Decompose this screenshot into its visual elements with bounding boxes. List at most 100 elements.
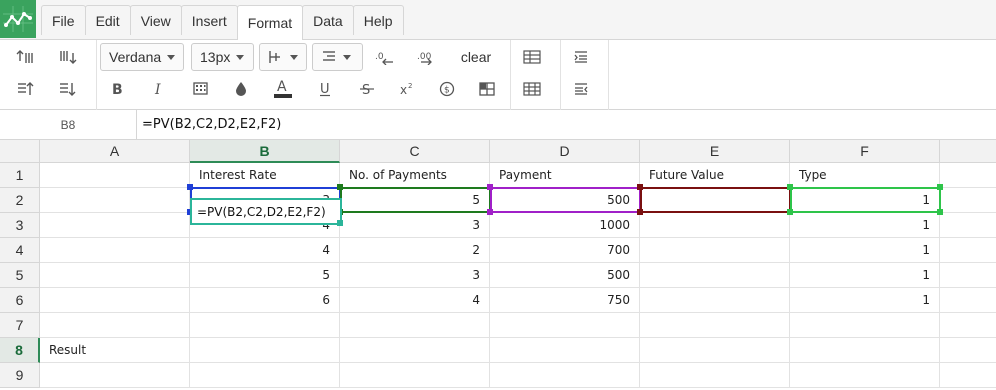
table-grid-icon[interactable] — [518, 77, 546, 101]
cell-a3[interactable] — [40, 213, 190, 238]
cell-d8[interactable] — [490, 338, 640, 363]
font-family-select[interactable]: Verdana — [100, 43, 184, 71]
strikethrough-icon[interactable]: S — [353, 77, 381, 101]
reference-handle[interactable] — [337, 184, 343, 190]
cell-b9[interactable] — [190, 363, 340, 388]
clear-button[interactable]: clear — [455, 45, 497, 69]
reference-handle[interactable] — [937, 184, 943, 190]
reference-handle[interactable] — [187, 184, 193, 190]
cell-b8[interactable] — [190, 338, 340, 363]
menu-tab-data[interactable]: Data — [302, 5, 354, 35]
cell-a5[interactable] — [40, 263, 190, 288]
cell-e3[interactable] — [640, 213, 790, 238]
cell-f2[interactable]: 1 — [790, 188, 940, 213]
menu-tab-edit[interactable]: Edit — [84, 5, 131, 35]
cell-c1[interactable]: No. of Payments — [340, 163, 490, 188]
cell-f1[interactable]: Type — [790, 163, 940, 188]
cell-c2[interactable]: 5 — [340, 188, 490, 213]
reference-handle[interactable] — [637, 209, 643, 215]
merge-cells-icon[interactable] — [473, 77, 501, 101]
fill-pattern-icon[interactable] — [187, 77, 215, 101]
text-color-icon[interactable]: A — [269, 75, 297, 103]
reference-handle[interactable] — [487, 184, 493, 190]
cell-b4[interactable]: 4 — [190, 238, 340, 263]
column-header-b[interactable]: B — [190, 140, 340, 163]
reference-handle[interactable] — [787, 209, 793, 215]
cell-d6[interactable]: 750 — [490, 288, 640, 313]
row-header-5[interactable]: 5 — [0, 263, 40, 288]
row-header-3[interactable]: 3 — [0, 213, 40, 238]
menu-tab-file[interactable]: File — [41, 5, 86, 35]
cell-b6[interactable]: 6 — [190, 288, 340, 313]
cell-overflow[interactable] — [940, 288, 996, 313]
cell-c4[interactable]: 2 — [340, 238, 490, 263]
menu-tab-insert[interactable]: Insert — [180, 5, 238, 35]
column-header-a[interactable]: A — [40, 140, 190, 163]
fill-handle[interactable] — [337, 220, 343, 226]
cell-d7[interactable] — [490, 313, 640, 338]
cell-a4[interactable] — [40, 238, 190, 263]
cell-editor[interactable] — [190, 198, 342, 225]
cell-d3[interactable]: 1000 — [490, 213, 640, 238]
cell-a9[interactable] — [40, 363, 190, 388]
cell-a7[interactable] — [40, 313, 190, 338]
increase-decimal-icon[interactable]: .00 — [413, 45, 441, 69]
decrease-decimal-icon[interactable]: .0 — [371, 45, 399, 69]
align-select[interactable] — [312, 43, 363, 71]
cell-f6[interactable]: 1 — [790, 288, 940, 313]
row-header-8[interactable]: 8 — [0, 338, 40, 363]
cell-f8[interactable] — [790, 338, 940, 363]
row-header-6[interactable]: 6 — [0, 288, 40, 313]
row-header-9[interactable]: 9 — [0, 363, 40, 388]
reference-handle[interactable] — [787, 184, 793, 190]
cell-overflow[interactable] — [940, 338, 996, 363]
column-header-f[interactable]: F — [790, 140, 940, 163]
decrease-decimal-rows-icon[interactable] — [54, 77, 82, 101]
reference-handle[interactable] — [487, 209, 493, 215]
row-header-7[interactable]: 7 — [0, 313, 40, 338]
increase-indent-icon[interactable] — [12, 45, 40, 69]
cell-d5[interactable]: 500 — [490, 263, 640, 288]
cell-overflow[interactable] — [940, 263, 996, 288]
cell-f4[interactable]: 1 — [790, 238, 940, 263]
column-header-e[interactable]: E — [640, 140, 790, 163]
column-header-d[interactable]: D — [490, 140, 640, 163]
cell-overflow[interactable] — [940, 213, 996, 238]
currency-format-icon[interactable]: $ — [433, 77, 461, 101]
cell-c3[interactable]: 3 — [340, 213, 490, 238]
cell-f3[interactable]: 1 — [790, 213, 940, 238]
reference-handle[interactable] — [937, 209, 943, 215]
cell-reference-box[interactable]: B8 — [0, 110, 137, 139]
font-size-select[interactable]: 13px — [191, 43, 254, 71]
superscript-icon[interactable]: x2 — [393, 77, 421, 101]
column-header-overflow[interactable] — [940, 140, 996, 163]
cell-c5[interactable]: 3 — [340, 263, 490, 288]
cell-b5[interactable]: 5 — [190, 263, 340, 288]
cell-a1[interactable] — [40, 163, 190, 188]
cell-c8[interactable] — [340, 338, 490, 363]
formula-input[interactable] — [138, 110, 996, 139]
fill-color-icon[interactable] — [227, 77, 255, 101]
column-header-c[interactable]: C — [340, 140, 490, 163]
italic-icon[interactable]: I — [145, 77, 173, 101]
cell-b7[interactable] — [190, 313, 340, 338]
row-header-4[interactable]: 4 — [0, 238, 40, 263]
menu-tab-view[interactable]: View — [129, 5, 182, 35]
cell-e7[interactable] — [640, 313, 790, 338]
cell-a2[interactable] — [40, 188, 190, 213]
cell-overflow[interactable] — [940, 313, 996, 338]
cell-c9[interactable] — [340, 363, 490, 388]
increase-decimal-rows-icon[interactable] — [12, 77, 40, 101]
cell-b1[interactable]: Interest Rate — [190, 163, 340, 188]
cell-e6[interactable] — [640, 288, 790, 313]
cell-a8[interactable]: Result — [40, 338, 190, 363]
cell-overflow[interactable] — [940, 363, 996, 388]
cell-e8[interactable] — [640, 338, 790, 363]
row-header-2[interactable]: 2 — [0, 188, 40, 213]
row-header-1[interactable]: 1 — [0, 163, 40, 188]
cell-overflow[interactable] — [940, 163, 996, 188]
cell-f5[interactable]: 1 — [790, 263, 940, 288]
select-all-corner[interactable] — [0, 140, 40, 163]
cell-c7[interactable] — [340, 313, 490, 338]
reference-handle[interactable] — [637, 184, 643, 190]
